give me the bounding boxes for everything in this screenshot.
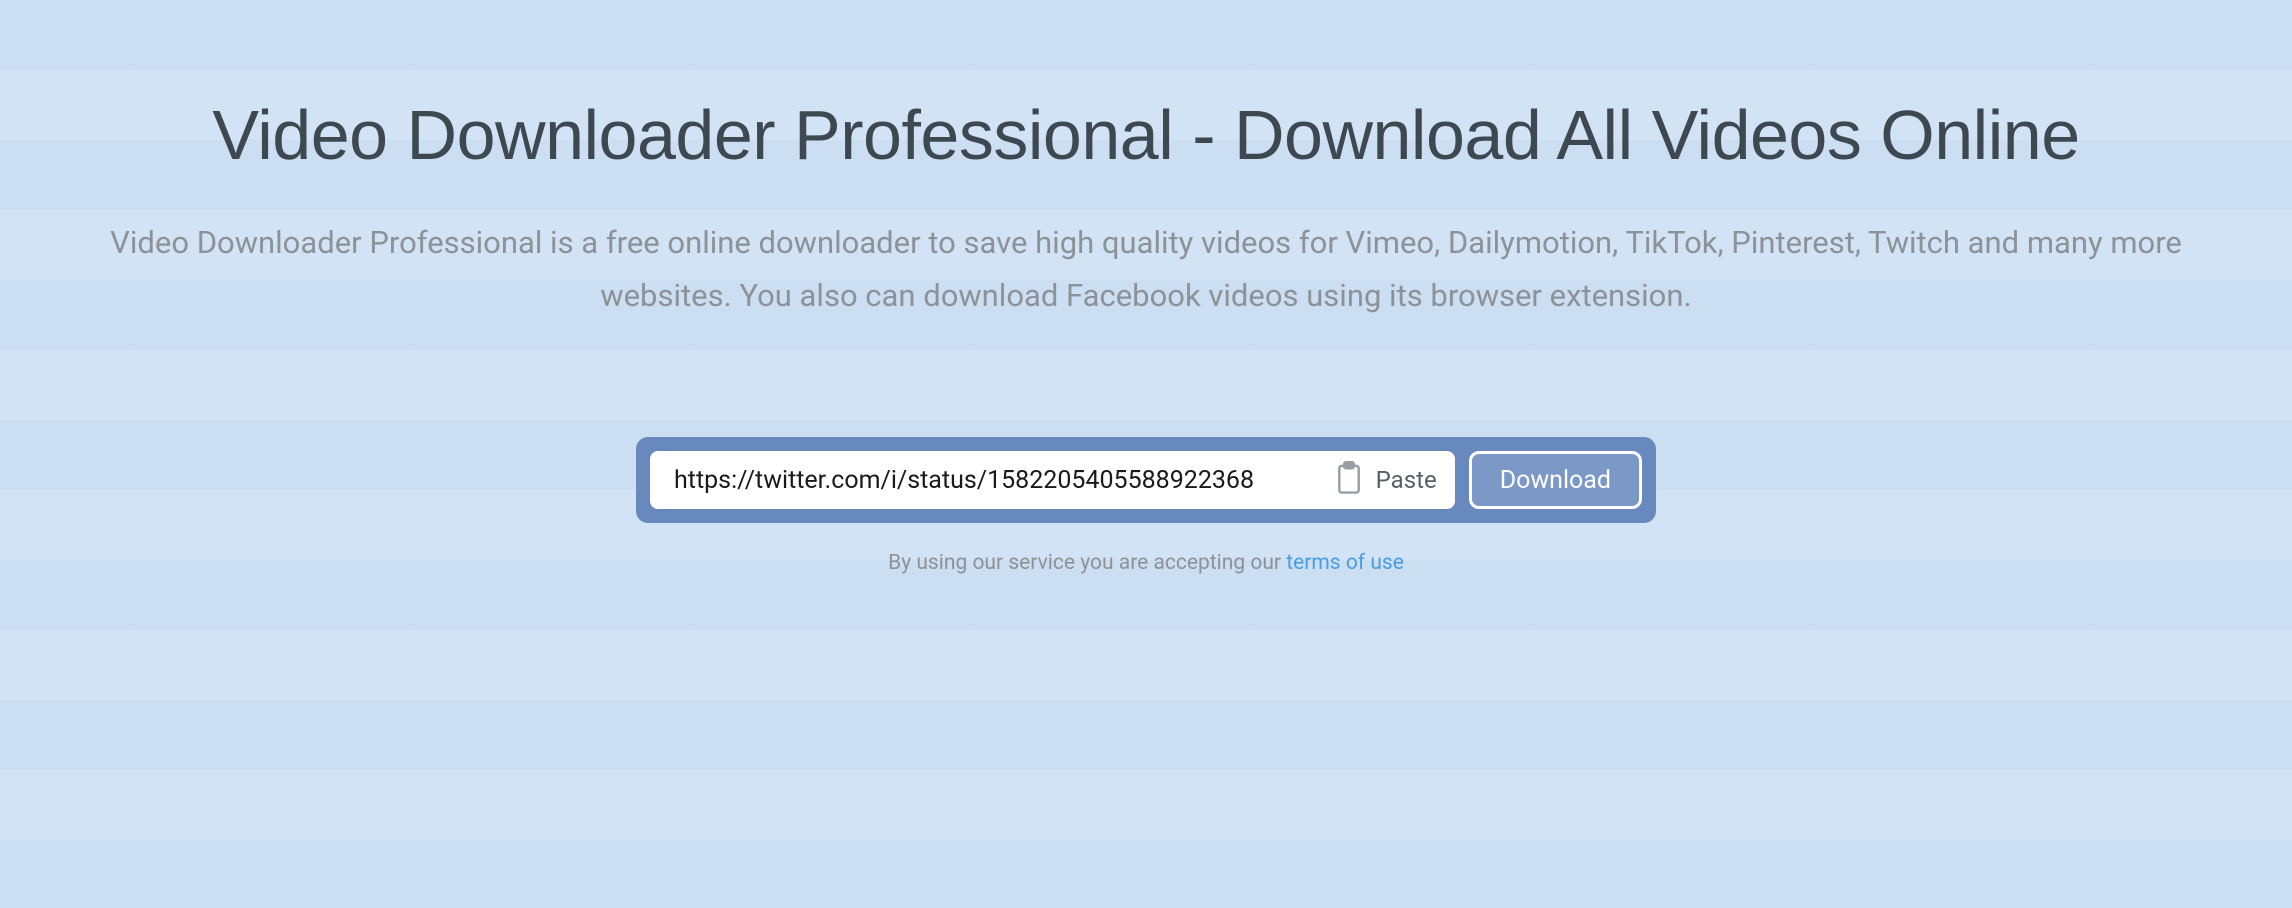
clipboard-icon xyxy=(1334,461,1364,499)
terms-line: By using our service you are accepting o… xyxy=(888,551,1404,575)
page-title: Video Downloader Professional - Download… xyxy=(212,95,2079,175)
url-input[interactable] xyxy=(674,466,1324,495)
download-form: Paste Download xyxy=(636,437,1656,523)
url-input-wrapper: Paste xyxy=(650,451,1455,509)
page-subtitle: Video Downloader Professional is a free … xyxy=(96,217,2196,322)
paste-label: Paste xyxy=(1376,466,1437,494)
terms-prefix: By using our service you are accepting o… xyxy=(888,551,1286,575)
download-button[interactable]: Download xyxy=(1469,451,1642,509)
paste-button[interactable]: Paste xyxy=(1324,461,1437,499)
terms-of-use-link[interactable]: terms of use xyxy=(1286,551,1404,575)
